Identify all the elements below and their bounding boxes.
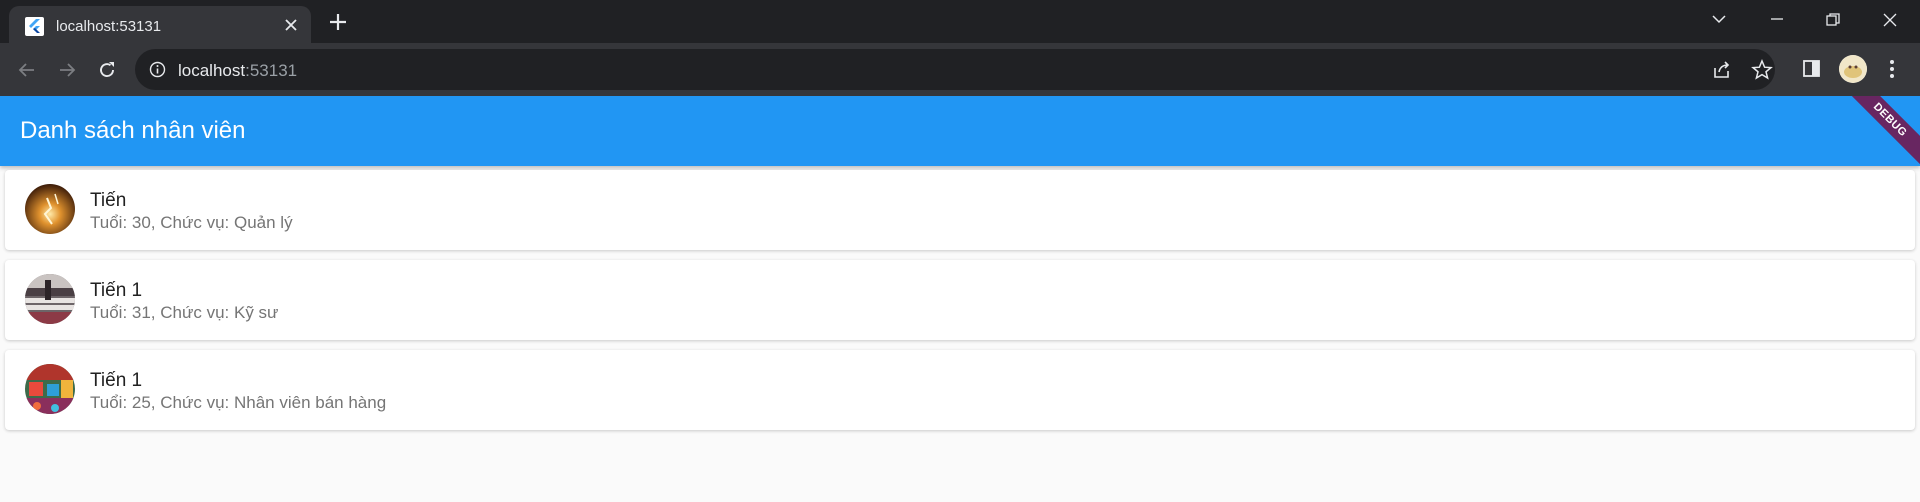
back-icon[interactable] — [13, 56, 41, 84]
tab-title: localhost:53131 — [56, 18, 162, 35]
address-bar[interactable]: localhost:53131 — [135, 49, 1775, 90]
page-title: Danh sách nhân viên — [20, 117, 246, 144]
avatar — [25, 184, 75, 234]
app-viewport: Danh sách nhân viên DEBUG Tiến Tuổi: 30,… — [0, 96, 1920, 502]
forward-icon[interactable] — [53, 56, 81, 84]
url-host: localhost — [178, 61, 246, 80]
reload-icon[interactable] — [93, 56, 121, 84]
minimize-icon[interactable] — [1754, 4, 1800, 36]
browser-tab-strip: localhost:53131 — [0, 0, 1920, 43]
app-bar: Danh sách nhân viên — [0, 96, 1920, 166]
employee-details: Tuổi: 31, Chức vụ: Kỹ sư — [90, 303, 279, 322]
browser-toolbar: localhost:53131 — [0, 43, 1920, 96]
avatar — [25, 364, 75, 414]
close-tab-icon[interactable] — [281, 15, 301, 35]
employee-details: Tuổi: 25, Chức vụ: Nhân viên bán hàng — [90, 393, 387, 412]
share-icon[interactable] — [1711, 59, 1733, 81]
list-item[interactable]: Tiến Tuổi: 30, Chức vụ: Quản lý — [5, 170, 1915, 250]
flutter-icon — [25, 17, 44, 36]
restore-icon[interactable] — [1810, 4, 1856, 36]
list-item[interactable]: Tiến 1 Tuổi: 25, Chức vụ: Nhân viên bán … — [5, 350, 1915, 430]
side-panel-icon[interactable] — [1800, 57, 1824, 81]
employee-name: Tiến — [90, 190, 127, 211]
close-window-icon[interactable] — [1867, 4, 1913, 36]
profile-avatar[interactable] — [1839, 55, 1867, 83]
employee-details: Tuổi: 30, Chức vụ: Quản lý — [90, 213, 293, 232]
employee-name: Tiến 1 — [90, 370, 143, 391]
menu-kebab-icon[interactable] — [1880, 57, 1904, 81]
browser-tab[interactable]: localhost:53131 — [9, 6, 311, 43]
employee-name: Tiến 1 — [90, 280, 143, 301]
tab-search-icon[interactable] — [1696, 4, 1742, 36]
bookmark-star-icon[interactable] — [1751, 59, 1773, 81]
list-item[interactable]: Tiến 1 Tuổi: 31, Chức vụ: Kỹ sư — [5, 260, 1915, 340]
url-port: :53131 — [245, 61, 298, 80]
site-info-icon[interactable] — [149, 61, 166, 78]
url-text[interactable]: localhost:53131 — [178, 61, 297, 81]
new-tab-icon[interactable] — [326, 10, 350, 34]
avatar — [25, 274, 75, 324]
